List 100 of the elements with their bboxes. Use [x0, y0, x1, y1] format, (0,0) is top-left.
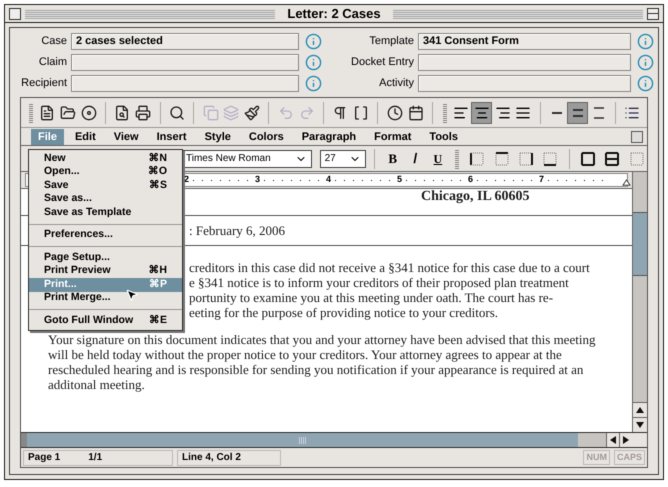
undo-icon: [278, 104, 294, 120]
up-arrow-icon: [636, 407, 644, 413]
scroll-right-button[interactable]: [619, 433, 632, 447]
italic-button[interactable]: /: [406, 148, 425, 169]
ruler-number: 3: [255, 173, 260, 186]
double-spacing-icon: [572, 106, 583, 118]
info-icon[interactable]: [305, 33, 322, 50]
menu-title[interactable]: Format: [367, 128, 418, 144]
font-dropdown[interactable]: Times New Roman: [181, 150, 312, 168]
menu-item[interactable]: Print Preview ⌘H: [29, 264, 182, 278]
field-label: Claim: [38, 55, 68, 70]
menu-item[interactable]: Goto Full Window ⌘E: [29, 314, 182, 328]
document-icon: [39, 104, 56, 120]
info-icon[interactable]: [637, 75, 654, 92]
menu-item[interactable]: Page Setup...: [29, 251, 182, 264]
field-label: Case: [40, 34, 68, 50]
page-count: 1/1: [88, 451, 102, 465]
page-magnifier-icon: [114, 104, 130, 120]
cursor-position: Line 4, Col 2: [177, 450, 281, 466]
align-right-icon: [494, 104, 511, 120]
menu-item[interactable]: Open... ⌘O: [29, 166, 182, 179]
menu-title[interactable]: View: [106, 128, 146, 144]
text-field[interactable]: [418, 75, 631, 92]
menu-title[interactable]: Colors: [242, 128, 291, 144]
shortcut-label: ⌘H: [148, 263, 167, 278]
border-icon: [542, 150, 558, 166]
letter-text-line: portunity to examine you at this meeting under oath. The court has re-: [189, 290, 554, 305]
field-label: Docket Entry: [350, 55, 415, 70]
menu-item[interactable]: Preferences...: [29, 228, 182, 242]
horizontal-scrollbar[interactable]: [21, 433, 578, 447]
menu-item[interactable]: Save ⌘S: [29, 179, 182, 192]
info-icon[interactable]: [637, 33, 654, 50]
border-icon: [604, 150, 620, 166]
page-status: Page 1 1/1: [23, 450, 173, 466]
letter-text-line: creditors in this case did not receive a §341 notice for this case due to a court: [189, 260, 590, 275]
align-left-icon: [452, 104, 469, 120]
underline-button[interactable]: U: [428, 150, 448, 168]
menu-title[interactable]: Insert: [150, 128, 194, 144]
scroll-left-button[interactable]: [606, 433, 619, 447]
calendar-icon: [408, 104, 424, 120]
close-box[interactable]: [9, 8, 21, 20]
field-label: Template: [368, 34, 415, 50]
size-dropdown[interactable]: 27: [320, 150, 366, 168]
menu-title[interactable]: Edit: [68, 128, 103, 144]
scroll-thumb[interactable]: [633, 212, 647, 276]
clock-icon: [386, 104, 403, 120]
shortcut-label: ⌘N: [148, 150, 167, 166]
shortcut-label: ⌘E: [148, 312, 167, 328]
menu-title[interactable]: Paragraph: [294, 128, 364, 144]
printer-icon: [135, 104, 152, 120]
ruler-number: 6: [468, 173, 474, 186]
right-arrow-icon: [623, 436, 629, 444]
scroll-up-button[interactable]: [633, 402, 647, 417]
letter-text-line: e §341 notice is to inform your creditors of their proposed plan treatment: [189, 275, 569, 290]
key-indicator: NUM: [583, 450, 610, 466]
ruler-number: 4: [326, 173, 332, 186]
mouse-pointer-icon: [125, 288, 139, 302]
info-icon[interactable]: [305, 75, 322, 92]
wide-spacing-icon: [594, 106, 604, 118]
disk-icon: [80, 104, 97, 120]
text-field[interactable]: 341 Consent Form: [418, 33, 631, 50]
align-center-icon: [474, 104, 490, 120]
text-field[interactable]: [71, 75, 299, 92]
menu-item[interactable]: New ⌘N: [29, 152, 182, 166]
ruler-number: 7: [539, 173, 544, 186]
info-icon[interactable]: [637, 54, 654, 71]
brackets-icon: [353, 104, 370, 120]
align-center-button[interactable]: [471, 102, 492, 124]
menu-item[interactable]: Print Merge...: [29, 292, 182, 305]
menu-title[interactable]: Tools: [422, 128, 465, 144]
redo-icon: [298, 104, 315, 120]
brush-icon: [244, 104, 260, 120]
border-icon: [469, 150, 486, 166]
key-indicator: CAPS: [614, 450, 645, 466]
shortcut-label: ⌘P: [148, 276, 167, 292]
zoom-box[interactable]: [631, 130, 643, 142]
align-justify-icon: [515, 104, 532, 120]
letter-paragraph: Your signature on this document indicates that you and your attorney have been advised that this meeting will be held today without the proper notice to your creditors. Your attorney agrees to appear at the rescheduled hearing and is responsible for sending you notification if your appearance is required at an additonal meeting.: [48, 332, 596, 392]
menu-title[interactable]: Style: [198, 128, 238, 144]
shortcut-label: ⌘S: [148, 178, 167, 193]
layers-icon: [223, 104, 240, 120]
copy-icon: [202, 104, 219, 120]
menu-item[interactable]: Save as...: [29, 192, 182, 206]
indent-marker-icon[interactable]: [622, 179, 631, 186]
menu-item[interactable]: Save as Template: [29, 206, 182, 220]
list-icon: [624, 104, 640, 120]
vertical-scrollbar[interactable]: [632, 172, 647, 432]
date-line: : February 6, 2006: [189, 223, 286, 238]
collapse-box[interactable]: [647, 8, 659, 20]
scroll-down-button[interactable]: [633, 417, 647, 432]
text-field[interactable]: [418, 54, 631, 71]
letter-text-line: eeting for the purpose of providing notice to your creditors.: [189, 305, 498, 320]
info-icon[interactable]: [305, 54, 322, 71]
bold-button[interactable]: B: [383, 148, 402, 168]
ruler-number: 5: [397, 173, 402, 186]
text-field[interactable]: 2 cases selected: [71, 33, 299, 50]
border-icon: [494, 150, 510, 166]
double-spacing-button[interactable]: [567, 102, 588, 124]
text-field[interactable]: [71, 54, 299, 71]
border-icon: [518, 150, 534, 166]
